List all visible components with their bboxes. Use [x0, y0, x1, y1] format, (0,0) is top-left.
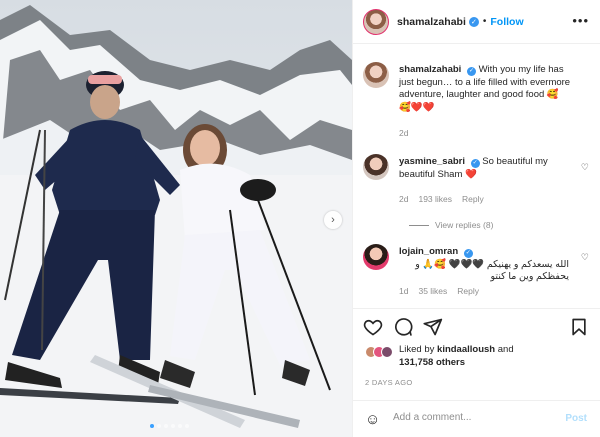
liker-avatars — [365, 346, 393, 358]
liker-avatar — [381, 346, 393, 358]
caption-username[interactable]: shamalzahabi — [399, 64, 461, 75]
likes-others-link[interactable]: 131,758 others — [399, 357, 465, 368]
comment-meta: 2d 193 likes Reply — [399, 194, 484, 204]
view-replies-button[interactable]: View replies (8) — [409, 220, 493, 230]
carousel-dot — [157, 424, 161, 428]
post-photo[interactable]: › — [0, 0, 352, 437]
commenter-avatar[interactable] — [363, 244, 389, 270]
comment-time[interactable]: 2d — [399, 194, 408, 204]
verified-badge-icon: ✓ — [463, 248, 473, 258]
likes-text: Liked by kindaalloush and 131,758 others — [399, 344, 514, 369]
caption-emojis: 🥰❤️❤️ — [399, 101, 435, 113]
comment-reply-button[interactable]: Reply — [462, 194, 484, 204]
comment-input[interactable] — [393, 412, 553, 423]
author-avatar[interactable] — [363, 8, 389, 35]
ski-couple-photo — [0, 0, 352, 437]
post-time-ago[interactable]: 2 DAYS AGO — [365, 378, 412, 387]
comment-likes[interactable]: 35 likes — [418, 286, 447, 296]
carousel-dot — [171, 424, 175, 428]
comment-composer: ☺ Post — [353, 400, 600, 437]
caption-avatar[interactable] — [363, 62, 389, 88]
comment-meta: 1d 35 likes Reply — [399, 286, 479, 296]
comment-text-block: yasmine_sabri ✓ So beautiful my beautifu… — [399, 156, 569, 181]
caption-meta: 2d — [399, 128, 408, 138]
view-replies-label: View replies (8) — [435, 220, 494, 230]
like-comment-heart-icon[interactable]: ♡ — [581, 162, 589, 173]
like-heart-icon[interactable] — [363, 317, 383, 337]
comment: lojain_omran ✓ الله يسعدكم و يهنيكم 🖤🖤🖤 … — [363, 244, 595, 304]
commenter-avatar[interactable] — [363, 154, 389, 180]
caption: shamalzahabi ✓ With you my life has just… — [363, 62, 595, 142]
likes-connector: and — [497, 344, 514, 355]
comment-likes[interactable]: 193 likes — [418, 194, 452, 204]
carousel-dot — [185, 424, 189, 428]
carousel-dot — [164, 424, 168, 428]
comment-time[interactable]: 1d — [399, 286, 408, 296]
caption-text-block: shamalzahabi ✓ With you my life has just… — [399, 64, 579, 114]
post-side-panel: shamalzahabi ✓ • Follow ••• shamalzahabi… — [352, 0, 600, 437]
post-comment-button[interactable]: Post — [565, 413, 587, 424]
comment-username[interactable]: lojain_omran — [399, 246, 458, 257]
carousel-dots — [150, 424, 189, 428]
comment-text-block: lojain_omran ✓ الله يسعدكم و يهنيكم 🖤🖤🖤 … — [399, 246, 569, 284]
comment-reply-button[interactable]: Reply — [457, 286, 479, 296]
follow-button[interactable]: Follow — [490, 16, 523, 28]
caption-time[interactable]: 2d — [399, 128, 408, 138]
likes-user-link[interactable]: kindaalloush — [437, 344, 495, 355]
verified-badge-icon: ✓ — [470, 158, 480, 168]
verified-badge-icon: ✓ — [468, 16, 479, 27]
post-actions — [353, 308, 600, 344]
post-header: shamalzahabi ✓ • Follow ••• — [353, 0, 600, 44]
comment-bubble-icon[interactable] — [393, 317, 413, 337]
carousel-dot — [178, 424, 182, 428]
emoji-picker-icon[interactable]: ☺ — [365, 411, 380, 428]
comment: yasmine_sabri ✓ So beautiful my beautifu… — [363, 154, 595, 236]
replies-line — [409, 224, 429, 226]
carousel-next-button[interactable]: › — [324, 211, 342, 229]
likes-summary: Liked by kindaalloush and 131,758 others — [365, 344, 514, 369]
author-username[interactable]: shamalzahabi — [397, 16, 466, 28]
like-comment-heart-icon[interactable]: ♡ — [581, 252, 589, 263]
comment-username[interactable]: yasmine_sabri — [399, 156, 465, 167]
verified-badge-icon: ✓ — [466, 66, 476, 76]
carousel-dot — [150, 424, 154, 428]
comment-text: الله يسعدكم و يهنيكم 🖤🖤🖤 🥰🙏 و يحفظكم وين… — [415, 258, 569, 283]
save-bookmark-icon[interactable] — [569, 317, 589, 337]
share-paper-plane-icon[interactable] — [423, 317, 443, 337]
more-options-icon[interactable]: ••• — [572, 13, 589, 28]
likes-prefix: Liked by — [399, 344, 435, 355]
separator-dot: • — [482, 16, 487, 27]
